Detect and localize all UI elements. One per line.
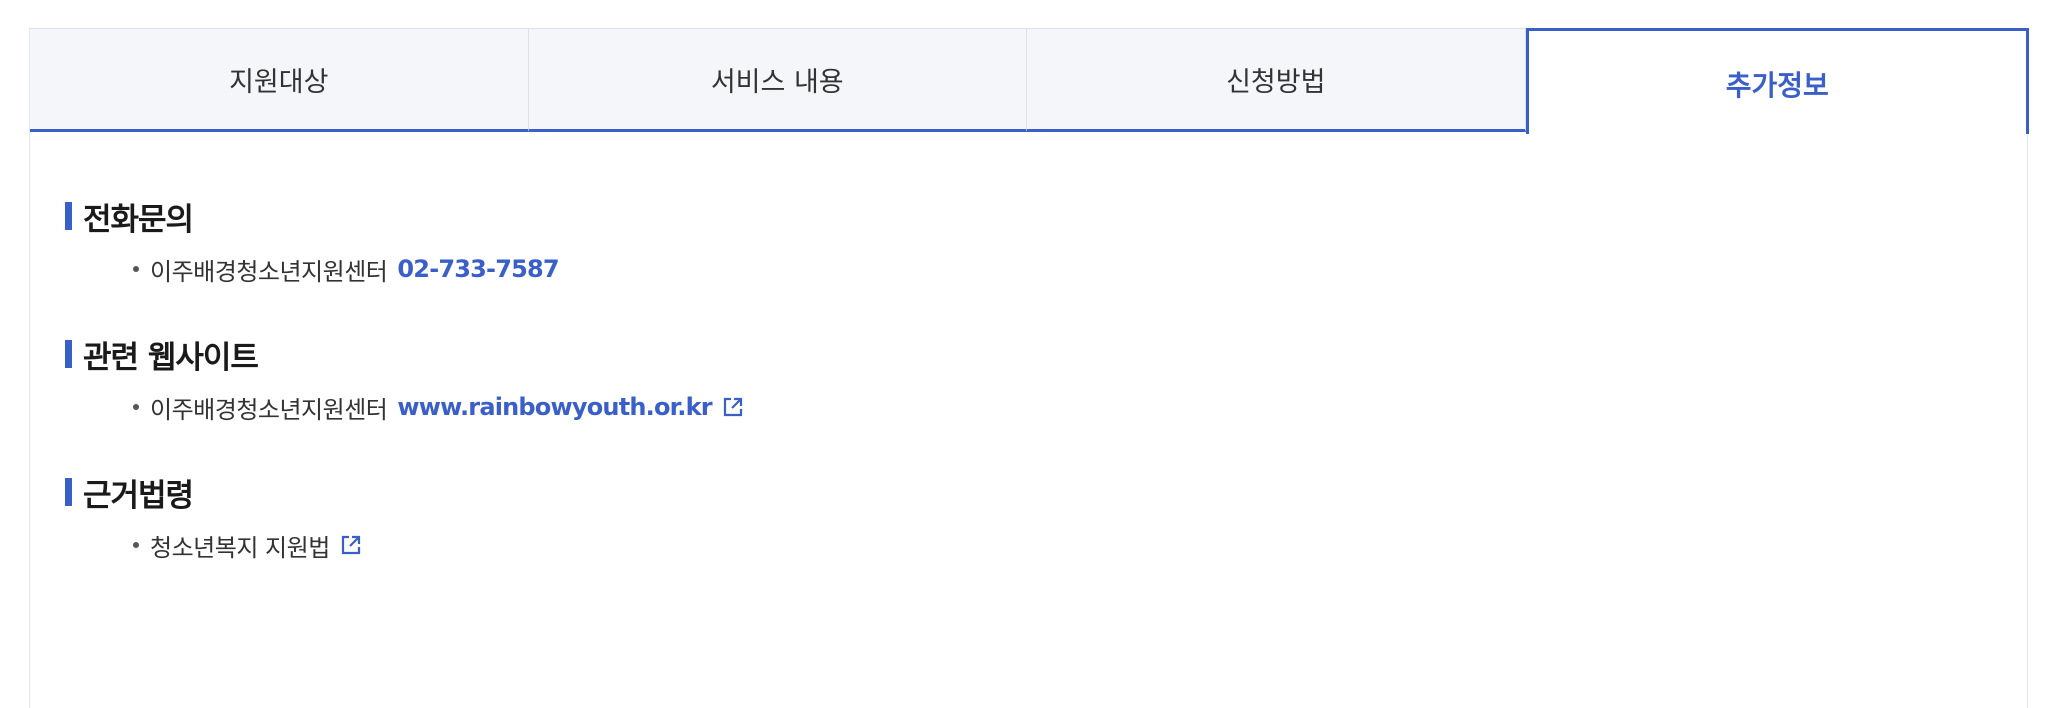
section-related-website: 관련 웹사이트 이주배경청소년지원센터 www.rainbowyouth.or.… <box>65 334 1945 424</box>
bullet-icon <box>133 542 139 548</box>
section-legal-basis: 근거법령 청소년복지 지원법 <box>65 472 1945 562</box>
bullet-icon <box>133 266 139 272</box>
list-item: 이주배경청소년지원센터 www.rainbowyouth.or.kr <box>133 390 1945 424</box>
item-label: 이주배경청소년지원센터 <box>150 395 388 424</box>
item-label: 이주배경청소년지원센터 <box>150 257 388 286</box>
list-item: 청소년복지 지원법 <box>133 528 1945 562</box>
external-link-icon[interactable] <box>722 396 744 418</box>
tab-content: 전화문의 이주배경청소년지원센터 02-733-7587 관련 웹사이트 이주배… <box>65 196 1945 610</box>
section-title-text: 근거법령 <box>83 477 194 514</box>
tab-how-to-apply[interactable]: 신청방법 <box>1027 28 1526 132</box>
section-title: 관련 웹사이트 <box>65 334 1945 376</box>
title-accent-bar <box>65 202 72 230</box>
section-title-text: 관련 웹사이트 <box>83 339 259 376</box>
section-phone-inquiry: 전화문의 이주배경청소년지원센터 02-733-7587 <box>65 196 1945 286</box>
tab-eligibility[interactable]: 지원대상 <box>30 28 529 132</box>
external-link-icon[interactable] <box>340 534 362 556</box>
section-title: 전화문의 <box>65 196 1945 238</box>
title-accent-bar <box>65 478 72 506</box>
website-link[interactable]: www.rainbowyouth.or.kr <box>397 393 712 421</box>
title-accent-bar <box>65 340 72 368</box>
section-title: 근거법령 <box>65 472 1945 514</box>
bullet-icon <box>133 404 139 410</box>
item-label: 청소년복지 지원법 <box>150 533 330 562</box>
list-item: 이주배경청소년지원센터 02-733-7587 <box>133 252 1945 286</box>
tab-additional-info[interactable]: 추가정보 <box>1525 28 2029 134</box>
section-title-text: 전화문의 <box>83 201 194 238</box>
phone-number-link[interactable]: 02-733-7587 <box>397 255 559 283</box>
tab-bar: 지원대상 서비스 내용 신청방법 추가정보 <box>30 28 2029 134</box>
tab-service-details[interactable]: 서비스 내용 <box>528 28 1027 132</box>
